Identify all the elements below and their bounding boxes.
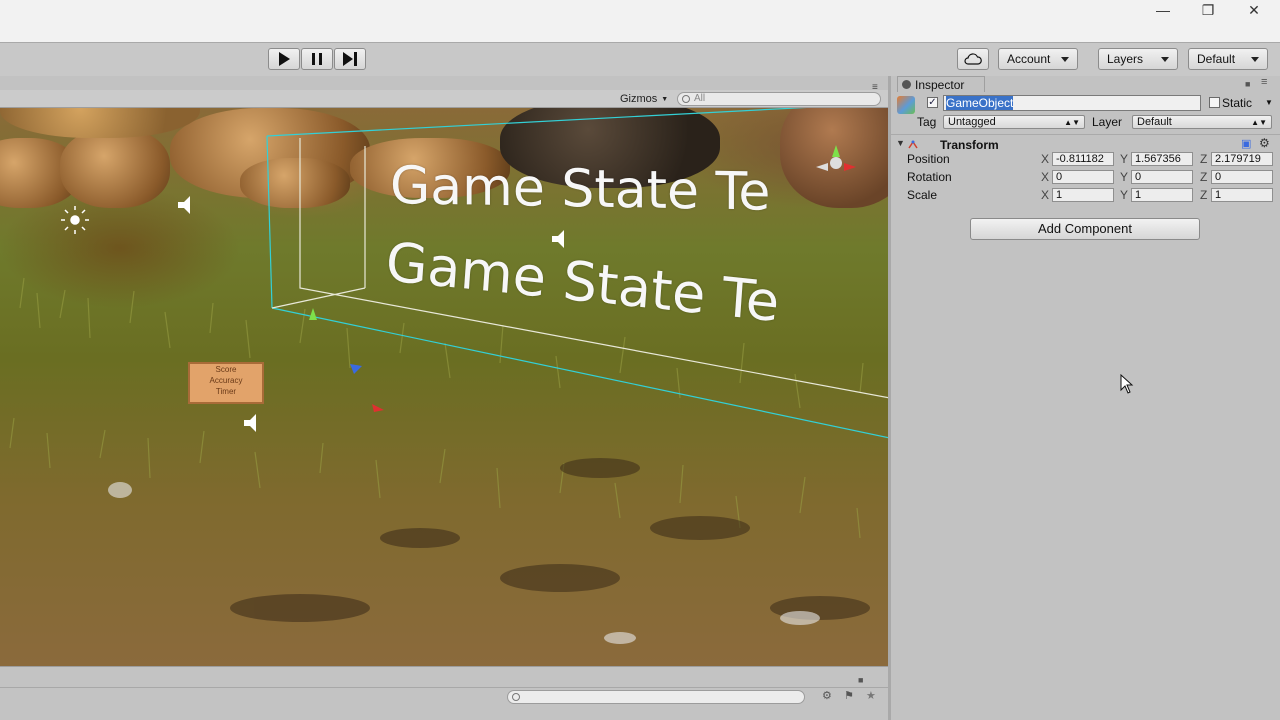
- close-icon[interactable]: ✕: [1231, 0, 1277, 20]
- static-checkbox[interactable]: [1209, 97, 1220, 108]
- panel-menu-icon[interactable]: ≡: [872, 82, 878, 93]
- position-z-field[interactable]: 2.179719: [1211, 152, 1273, 166]
- layers-label: Layers: [1107, 52, 1144, 66]
- chevron-updown-icon: ▲▼: [1251, 118, 1267, 127]
- chevron-down-icon: [1161, 56, 1169, 62]
- project-search-input[interactable]: [507, 690, 805, 704]
- axis-z-label: Z: [1200, 170, 1208, 184]
- rotation-x-field[interactable]: 0: [1052, 170, 1114, 184]
- axis-z-label: Z: [1200, 188, 1208, 202]
- scene-search-input[interactable]: All: [677, 92, 881, 106]
- restore-icon[interactable]: ❐: [1185, 0, 1231, 20]
- axis-z-label: Z: [1200, 152, 1208, 166]
- chevron-down-icon: [1251, 56, 1259, 62]
- scale-x-field[interactable]: 1: [1052, 188, 1114, 202]
- search-icon: [512, 693, 520, 701]
- minimize-icon[interactable]: —: [1140, 0, 1186, 20]
- gameobject-header: ✓ GameObject Static ▼: [891, 94, 1280, 114]
- inspector-tab-label: Inspector: [915, 77, 965, 92]
- transform-component-header[interactable]: ▼ Transform ▣ ⚙: [891, 134, 1280, 152]
- rotation-label: Rotation: [907, 170, 952, 184]
- scene-search-placeholder: All: [694, 93, 706, 104]
- object-name-field[interactable]: GameObject: [943, 95, 1201, 111]
- inspector-panel: Inspector ■ ≡ ✓ GameObject Static ▼ Tag …: [891, 76, 1280, 720]
- layer-dropdown[interactable]: Default ▲▼: [1132, 115, 1272, 129]
- layout-dropdown[interactable]: Default: [1188, 48, 1268, 70]
- tag-dropdown[interactable]: Untagged ▲▼: [943, 115, 1085, 129]
- axis-y-label: Y: [1120, 188, 1129, 202]
- tag-value: Untagged: [948, 116, 996, 128]
- axis-x-label: X: [1041, 170, 1050, 184]
- sign-line: Score: [215, 365, 237, 374]
- play-button[interactable]: [268, 48, 300, 70]
- account-label: Account: [1007, 52, 1051, 66]
- foldout-arrow-icon[interactable]: ▼: [896, 138, 905, 148]
- sign-line: Timer: [215, 387, 237, 396]
- static-label: Static: [1222, 96, 1253, 110]
- info-icon: [902, 80, 911, 89]
- search-icon: [682, 95, 690, 103]
- sign-line: Accuracy: [209, 376, 243, 385]
- layer-value: Default: [1137, 116, 1172, 128]
- layout-label: Default: [1197, 52, 1236, 66]
- gear-icon[interactable]: ⚙: [1259, 136, 1270, 150]
- scale-label: Scale: [907, 188, 938, 202]
- scene-view[interactable]: Game State Te Game State Te Score Accura…: [0, 108, 888, 666]
- lock-icon[interactable]: ■: [858, 675, 863, 685]
- main-toolbar: Account Layers Default: [0, 42, 1280, 76]
- chevron-down-icon: ▼: [661, 95, 669, 103]
- rotation-y-field[interactable]: 0: [1131, 170, 1193, 184]
- play-icon: [278, 52, 290, 66]
- axis-y-label: Y: [1120, 170, 1129, 184]
- tag-label: Tag: [917, 115, 937, 129]
- active-checkbox[interactable]: ✓: [927, 97, 938, 108]
- scale-z-field[interactable]: 1: [1211, 188, 1273, 202]
- tab-inspector[interactable]: Inspector: [897, 76, 985, 92]
- transform-icon: [908, 140, 918, 149]
- cloud-icon: [964, 53, 982, 65]
- scale-y-field[interactable]: 1: [1131, 188, 1193, 202]
- layer-label: Layer: [1092, 115, 1123, 129]
- collab-cloud-button[interactable]: [957, 48, 989, 70]
- position-y-field[interactable]: 1.567356: [1131, 152, 1193, 166]
- step-icon: [343, 52, 357, 66]
- project-panel-header: ⚙ ⚑ ★ ■: [0, 666, 888, 720]
- component-title: Transform: [940, 138, 999, 152]
- help-icon[interactable]: ▣: [1241, 137, 1251, 150]
- chevron-down-icon: [1061, 56, 1069, 62]
- gizmos-label: Gizmos: [620, 93, 658, 105]
- layers-dropdown[interactable]: Layers: [1098, 48, 1178, 70]
- chevron-down-icon[interactable]: ▼: [1265, 98, 1273, 107]
- world-text-1: Game State Te: [390, 156, 771, 223]
- axis-x-label: X: [1041, 188, 1050, 202]
- lock-icon[interactable]: ■: [1245, 79, 1250, 89]
- object-name-value: GameObject: [946, 96, 1014, 110]
- favorite-star-icon[interactable]: ★: [866, 689, 876, 702]
- title-bar: — ❐ ✕: [0, 0, 1280, 42]
- step-button[interactable]: [334, 48, 366, 70]
- gameobject-cube-icon: [897, 96, 915, 114]
- gizmos-dropdown[interactable]: Gizmos ▼: [616, 91, 672, 107]
- axis-y-label: Y: [1120, 152, 1129, 166]
- position-label: Position: [907, 152, 950, 166]
- scene-view-header: Gizmos ▼ All ≡: [0, 82, 888, 108]
- rotation-z-field[interactable]: 0: [1211, 170, 1273, 184]
- account-dropdown[interactable]: Account: [998, 48, 1078, 70]
- chevron-updown-icon: ▲▼: [1064, 118, 1080, 127]
- add-component-button[interactable]: Add Component: [970, 218, 1200, 240]
- y-axis-handle: [309, 308, 317, 320]
- pause-icon: [312, 53, 322, 65]
- score-sign: Score Accuracy Timer: [188, 362, 264, 404]
- pause-button[interactable]: [301, 48, 333, 70]
- panel-menu-icon[interactable]: ≡: [1261, 76, 1267, 88]
- position-x-field[interactable]: -0.811182: [1052, 152, 1114, 166]
- axis-x-label: X: [1041, 152, 1050, 166]
- filter-label-icon[interactable]: ⚑: [844, 689, 854, 702]
- filter-type-icon[interactable]: ⚙: [822, 689, 832, 702]
- mouse-cursor-icon: [1120, 374, 1134, 394]
